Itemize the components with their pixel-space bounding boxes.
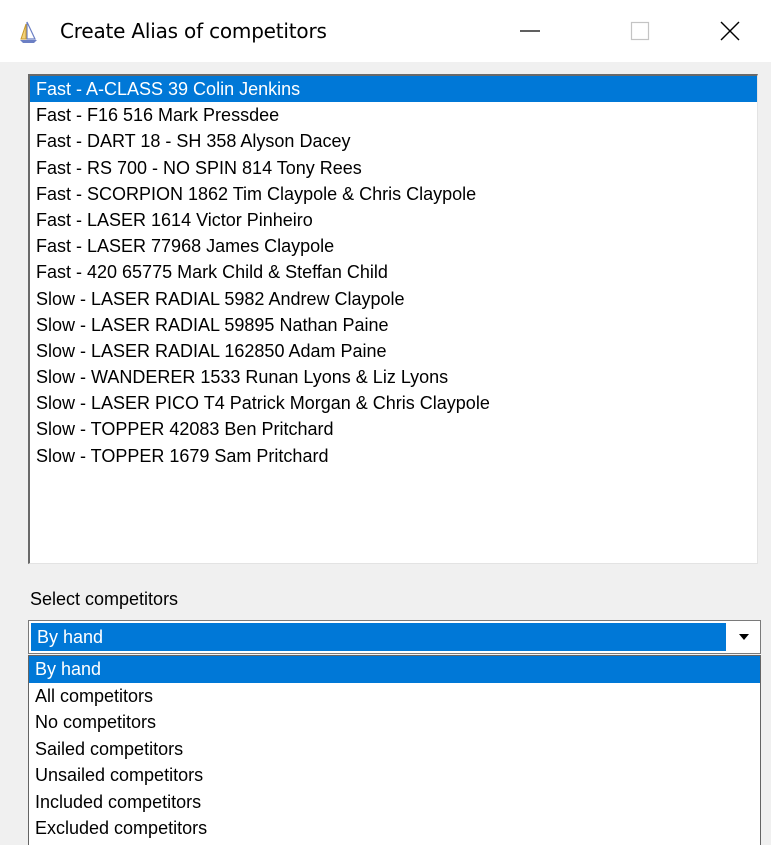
list-item[interactable]: Fast - DART 18 - SH 358 Alyson Dacey: [30, 128, 757, 154]
list-item[interactable]: Fast - RS 700 - NO SPIN 814 Tony Rees: [30, 155, 757, 181]
dropdown-option[interactable]: By hand: [29, 656, 760, 683]
select-competitors-dropdown[interactable]: By hand: [28, 620, 761, 654]
list-item[interactable]: Slow - TOPPER 42083 Ben Pritchard: [30, 416, 757, 442]
list-item[interactable]: Slow - LASER RADIAL 5982 Andrew Claypole: [30, 286, 757, 312]
title-bar[interactable]: Create Alias of competitors: [0, 0, 771, 62]
list-item[interactable]: Fast - F16 516 Mark Pressdee: [30, 102, 757, 128]
competitors-list[interactable]: Fast - A-CLASS 39 Colin Jenkins Fast - F…: [28, 74, 758, 564]
list-item[interactable]: Slow - LASER RADIAL 162850 Adam Paine: [30, 338, 757, 364]
chevron-down-icon: [739, 634, 749, 640]
select-competitors-value[interactable]: By hand: [31, 623, 726, 651]
dropdown-option[interactable]: Excluded competitors: [29, 815, 760, 842]
list-item[interactable]: Fast - SCORPION 1862 Tim Claypole & Chri…: [30, 181, 757, 207]
maximize-icon: [630, 21, 650, 41]
window-title: Create Alias of competitors: [60, 19, 327, 43]
dropdown-option[interactable]: All competitors: [29, 683, 760, 710]
select-competitors-options[interactable]: By hand All competitors No competitors S…: [28, 655, 761, 845]
dropdown-arrow-button[interactable]: [728, 621, 760, 653]
list-item[interactable]: Fast - LASER 77968 James Claypole: [30, 233, 757, 259]
dropdown-option[interactable]: Unsailed competitors: [29, 762, 760, 789]
list-item[interactable]: Slow - TOPPER 1679 Sam Pritchard: [30, 443, 757, 469]
list-item[interactable]: Fast - A-CLASS 39 Colin Jenkins: [30, 76, 757, 103]
list-item[interactable]: Fast - 420 65775 Mark Child & Steffan Ch…: [30, 259, 757, 285]
maximize-button[interactable]: [600, 0, 680, 62]
close-button[interactable]: [690, 0, 770, 62]
list-item[interactable]: Slow - LASER PICO T4 Patrick Morgan & Ch…: [30, 390, 757, 416]
minimize-button[interactable]: [490, 0, 570, 62]
dropdown-option[interactable]: Included competitors: [29, 789, 760, 816]
dropdown-option[interactable]: No competitors: [29, 709, 760, 736]
minimize-icon: [520, 30, 540, 32]
select-competitors-label: Select competitors: [30, 589, 179, 609]
list-item[interactable]: Fast - LASER 1614 Victor Pinheiro: [30, 207, 757, 233]
sailboat-icon: [18, 20, 40, 44]
list-item[interactable]: Slow - LASER RADIAL 59895 Nathan Paine: [30, 312, 757, 338]
dropdown-option[interactable]: Sailed competitors: [29, 736, 760, 763]
list-item[interactable]: Slow - WANDERER 1533 Runan Lyons & Liz L…: [30, 364, 757, 390]
close-icon: [720, 21, 740, 41]
